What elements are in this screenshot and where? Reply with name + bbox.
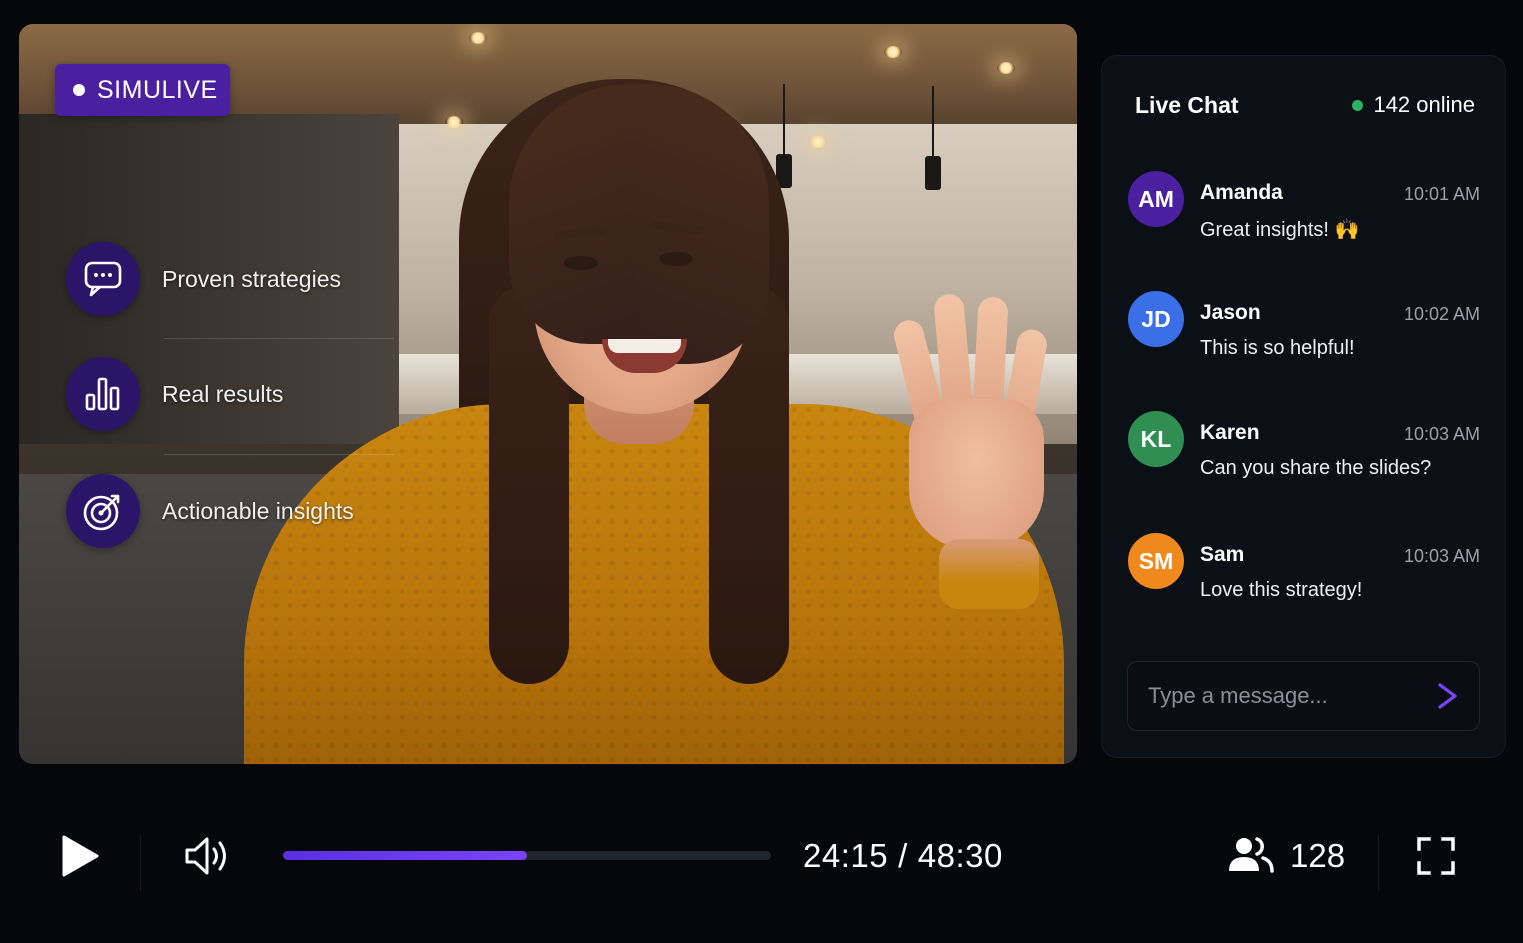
chat-title: Live Chat xyxy=(1135,92,1239,118)
live-dot-icon xyxy=(73,84,85,96)
fullscreen-icon[interactable] xyxy=(1416,836,1456,876)
avatar[interactable]: SM xyxy=(1128,533,1184,589)
ceiling-light xyxy=(997,62,1015,74)
message-time: 10:01 AM xyxy=(1403,184,1480,204)
total-time: 48:30 xyxy=(917,837,1003,874)
feature-divider xyxy=(164,338,394,339)
live-chat-panel: Live Chat 142 online AM Amanda 10:01 AM … xyxy=(1101,55,1506,758)
ceiling-light xyxy=(445,116,463,128)
message-text: This is so helpful! xyxy=(1200,337,1355,359)
online-count: 142 online xyxy=(1352,92,1475,118)
message-time: 10:03 AM xyxy=(1403,546,1480,566)
avatar[interactable]: JD xyxy=(1128,291,1184,347)
ceiling-light xyxy=(809,136,827,148)
webinar-player: SIMULIVE Proven strategies Real results … xyxy=(0,0,1523,943)
pendant-lamp xyxy=(925,86,941,190)
message-text: Love this strategy! xyxy=(1200,579,1363,601)
message-time: 10:02 AM xyxy=(1403,304,1480,324)
chat-input-box xyxy=(1127,661,1480,731)
progress-bar[interactable] xyxy=(283,851,771,860)
feature-divider xyxy=(164,454,394,455)
presenter-waving-hand xyxy=(890,289,1054,609)
message-author: Jason xyxy=(1200,301,1261,324)
online-dot-icon xyxy=(1352,99,1364,111)
users-icon[interactable] xyxy=(1226,835,1276,875)
badge-label: SIMULIVE xyxy=(97,75,218,104)
simulive-badge: SIMULIVE xyxy=(55,64,230,116)
feature-actionable-insights: Actionable insights xyxy=(66,474,354,548)
message-text: Can you share the slides? xyxy=(1200,457,1432,479)
feature-label: Real results xyxy=(162,380,284,407)
target-icon xyxy=(66,474,140,548)
message-author: Sam xyxy=(1200,543,1245,566)
feature-proven-strategies: Proven strategies xyxy=(66,242,341,316)
chat-message: JD Jason 10:02 AM This is so helpful! xyxy=(1128,291,1480,371)
ceiling-light xyxy=(884,46,902,58)
feature-real-results: Real results xyxy=(66,357,283,431)
message-author: Karen xyxy=(1200,421,1260,444)
volume-icon[interactable] xyxy=(183,835,233,877)
current-time: 24:15 xyxy=(803,837,889,874)
avatar[interactable]: KL xyxy=(1128,411,1184,467)
bar-chart-icon xyxy=(66,357,140,431)
chat-message: AM Amanda 10:01 AM Great insights! 🙌 xyxy=(1128,171,1480,251)
chat-message-input[interactable] xyxy=(1148,683,1418,709)
message-text: Great insights! 🙌 xyxy=(1200,219,1360,241)
chat-message: SM Sam 10:03 AM Love this strategy! xyxy=(1128,533,1480,613)
avatar[interactable]: AM xyxy=(1128,171,1184,227)
chat-bubble-icon xyxy=(66,242,140,316)
time-separator: / xyxy=(898,837,908,874)
presenter-eye xyxy=(564,256,598,270)
feature-label: Proven strategies xyxy=(162,265,341,292)
time-display: 24:15/48:30 xyxy=(803,837,1003,875)
progress-fill xyxy=(283,851,527,860)
player-controls: 24:15/48:30 128 xyxy=(0,795,1523,925)
send-chevron-icon[interactable] xyxy=(1431,680,1463,712)
message-author: Amanda xyxy=(1200,181,1283,204)
ceiling-light xyxy=(469,32,487,44)
viewer-count: 128 xyxy=(1290,837,1346,874)
message-time: 10:03 AM xyxy=(1403,424,1480,444)
play-icon[interactable] xyxy=(58,833,102,879)
video-frame[interactable]: SIMULIVE Proven strategies Real results … xyxy=(19,24,1077,764)
online-label: 142 online xyxy=(1373,92,1475,117)
presenter-eye xyxy=(659,252,693,266)
feature-label: Actionable insights xyxy=(162,497,354,524)
chat-message: KL Karen 10:03 AM Can you share the slid… xyxy=(1128,411,1480,491)
control-divider xyxy=(140,835,141,891)
control-divider xyxy=(1378,835,1379,891)
